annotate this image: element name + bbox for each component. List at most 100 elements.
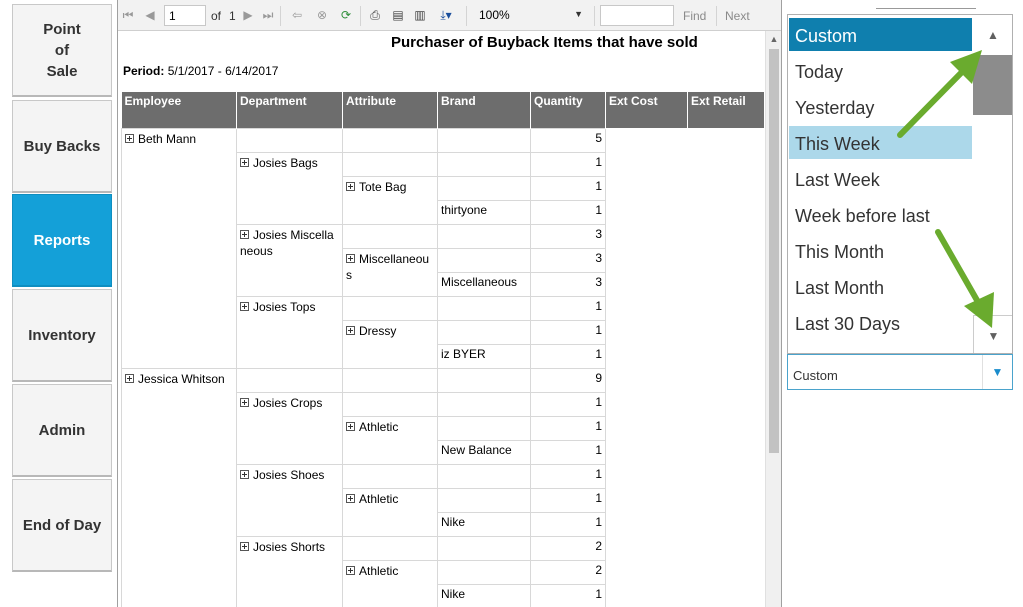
department-cell[interactable]: Josies Tops: [236, 295, 343, 369]
department-cell[interactable]: Josies Shorts: [236, 535, 343, 607]
brand-cell: [437, 415, 531, 441]
last-page-icon[interactable]: ⏭: [262, 6, 274, 24]
expand-icon[interactable]: [346, 493, 355, 503]
attribute-cell[interactable]: Athletic: [342, 487, 438, 537]
department-name: Josies Tops: [253, 299, 316, 314]
nav-inventory-button[interactable]: Inventory: [12, 289, 112, 382]
page-setup-icon[interactable]: ▥: [412, 6, 428, 24]
report-vertical-scrollbar[interactable]: ▲: [765, 31, 781, 607]
nav-end-of-day-button[interactable]: End of Day: [12, 479, 112, 572]
date-option-today[interactable]: Today: [789, 54, 972, 87]
expand-icon[interactable]: [125, 133, 134, 143]
print-layout-icon[interactable]: ▤: [390, 6, 406, 24]
column-header-employee[interactable]: Employee: [121, 92, 237, 128]
nav-buy-backs-button[interactable]: Buy Backs: [12, 100, 112, 193]
report-viewer: ⏮ ◀ of 1 ▶ ⏭ ⇦ ⊗ ⟳ ⎙ ▤ ▥ ⤓▾ 100% ▼ Find: [117, 0, 782, 607]
department-cell[interactable]: Josies Crops: [236, 391, 343, 465]
attribute-cell[interactable]: Athletic: [342, 559, 438, 607]
print-icon[interactable]: ⎙: [367, 6, 383, 24]
department-name: Josies Shorts: [253, 539, 326, 554]
zoom-select[interactable]: 100% ▼: [474, 5, 588, 26]
date-option-last-60-days[interactable]: Last 60 Days: [789, 342, 972, 353]
attribute-name: Athletic: [359, 419, 399, 434]
department-cell[interactable]: Josies Bags: [236, 151, 343, 225]
table-row: Jessica Whitson 9: [121, 367, 764, 607]
attribute-cell: [342, 127, 438, 153]
attribute-cell[interactable]: Tote Bag: [342, 175, 438, 225]
department-cell[interactable]: Josies Shoes: [236, 463, 343, 537]
department-cell[interactable]: Josies Miscellaneous: [236, 223, 343, 297]
expand-icon[interactable]: [346, 181, 355, 191]
employee-name: Jessica Whitson: [138, 371, 225, 386]
employee-cell[interactable]: Beth Mann: [121, 127, 237, 369]
column-header-department[interactable]: Department: [236, 92, 343, 128]
attribute-cell[interactable]: Athletic: [342, 415, 438, 465]
department-cell: [236, 127, 343, 153]
combobox-chevron-down-icon[interactable]: ▼: [982, 355, 1012, 389]
date-option-week-before-last[interactable]: Week before last: [789, 198, 972, 231]
date-option-this-month[interactable]: This Month: [789, 234, 972, 267]
next-page-icon[interactable]: ▶: [242, 6, 254, 24]
table-row: Beth Mann 5: [121, 127, 764, 369]
column-header-quantity[interactable]: Quantity: [530, 92, 606, 128]
department-name: Josies Bags: [253, 155, 318, 170]
date-range-combobox[interactable]: Custom ▼: [787, 354, 1013, 390]
stop-icon[interactable]: ⊗: [314, 6, 330, 24]
column-header-ext-retail[interactable]: Ext Retail: [687, 92, 764, 128]
attribute-cell[interactable]: Dressy: [342, 319, 438, 369]
back-icon[interactable]: ⇦: [290, 6, 304, 24]
nav-point-of-sale-button[interactable]: Point of Sale: [12, 4, 112, 97]
column-header-brand[interactable]: Brand: [437, 92, 531, 128]
expand-icon[interactable]: [240, 541, 249, 551]
dropdown-scrollbar[interactable]: ▲ ▼: [973, 15, 1012, 353]
nav-reports-button[interactable]: Reports: [12, 194, 112, 287]
date-option-last-month[interactable]: Last Month: [789, 270, 972, 303]
nav-admin-button[interactable]: Admin: [12, 384, 112, 477]
date-option-this-week[interactable]: This Week: [789, 126, 972, 159]
find-link[interactable]: Find: [683, 9, 706, 23]
attribute-cell: [342, 223, 438, 249]
quantity-cell: 2: [530, 535, 606, 561]
find-input[interactable]: [600, 5, 674, 26]
expand-icon[interactable]: [240, 397, 249, 407]
dropdown-scroll-up-icon[interactable]: ▲: [973, 15, 1012, 55]
refresh-icon[interactable]: ⟳: [338, 6, 354, 24]
department-name: Josies Crops: [253, 395, 323, 410]
attribute-cell[interactable]: Miscellaneous: [342, 247, 438, 297]
page-number-input[interactable]: [164, 5, 206, 26]
column-header-attribute[interactable]: Attribute: [342, 92, 438, 128]
brand-cell: Miscellaneous: [437, 271, 531, 297]
app-window: Point of Sale Buy Backs Reports Inventor…: [0, 0, 1023, 607]
report-toolbar: ⏮ ◀ of 1 ▶ ⏭ ⇦ ⊗ ⟳ ⎙ ▤ ▥ ⤓▾ 100% ▼ Find: [118, 0, 781, 31]
of-label: of: [211, 9, 222, 23]
expand-icon[interactable]: [346, 325, 355, 335]
date-option-custom[interactable]: Custom: [789, 18, 972, 51]
column-header-ext-cost[interactable]: Ext Cost: [605, 92, 688, 128]
expand-icon[interactable]: [240, 229, 249, 239]
date-option-yesterday[interactable]: Yesterday: [789, 90, 972, 123]
expand-icon[interactable]: [125, 373, 134, 383]
first-page-icon[interactable]: ⏮: [122, 6, 134, 24]
brand-cell: thirtyone: [437, 199, 531, 225]
employee-cell[interactable]: Jessica Whitson: [121, 367, 237, 607]
brand-cell: New Balance: [437, 439, 531, 465]
date-option-last-30-days[interactable]: Last 30 Days: [789, 306, 972, 339]
export-icon[interactable]: ⤓▾: [434, 6, 458, 24]
previous-page-icon[interactable]: ◀: [144, 6, 156, 24]
brand-cell: [437, 367, 531, 393]
scroll-thumb[interactable]: [769, 49, 779, 453]
expand-icon[interactable]: [346, 421, 355, 431]
expand-icon[interactable]: [346, 565, 355, 575]
expand-icon[interactable]: [346, 253, 355, 263]
dropdown-scroll-thumb[interactable]: [973, 55, 1012, 115]
expand-icon[interactable]: [240, 301, 249, 311]
quantity-cell: 5: [530, 127, 606, 153]
date-option-last-week[interactable]: Last Week: [789, 162, 972, 195]
expand-icon[interactable]: [240, 157, 249, 167]
next-link[interactable]: Next: [725, 9, 750, 23]
date-range-dropdown-list[interactable]: Custom Today Yesterday This Week Last We…: [787, 14, 1013, 354]
expand-icon[interactable]: [240, 469, 249, 479]
scroll-up-icon[interactable]: ▲: [766, 31, 781, 47]
dropdown-scroll-down-icon[interactable]: ▼: [973, 315, 1012, 353]
date-range-combobox-value: Custom: [793, 368, 838, 383]
